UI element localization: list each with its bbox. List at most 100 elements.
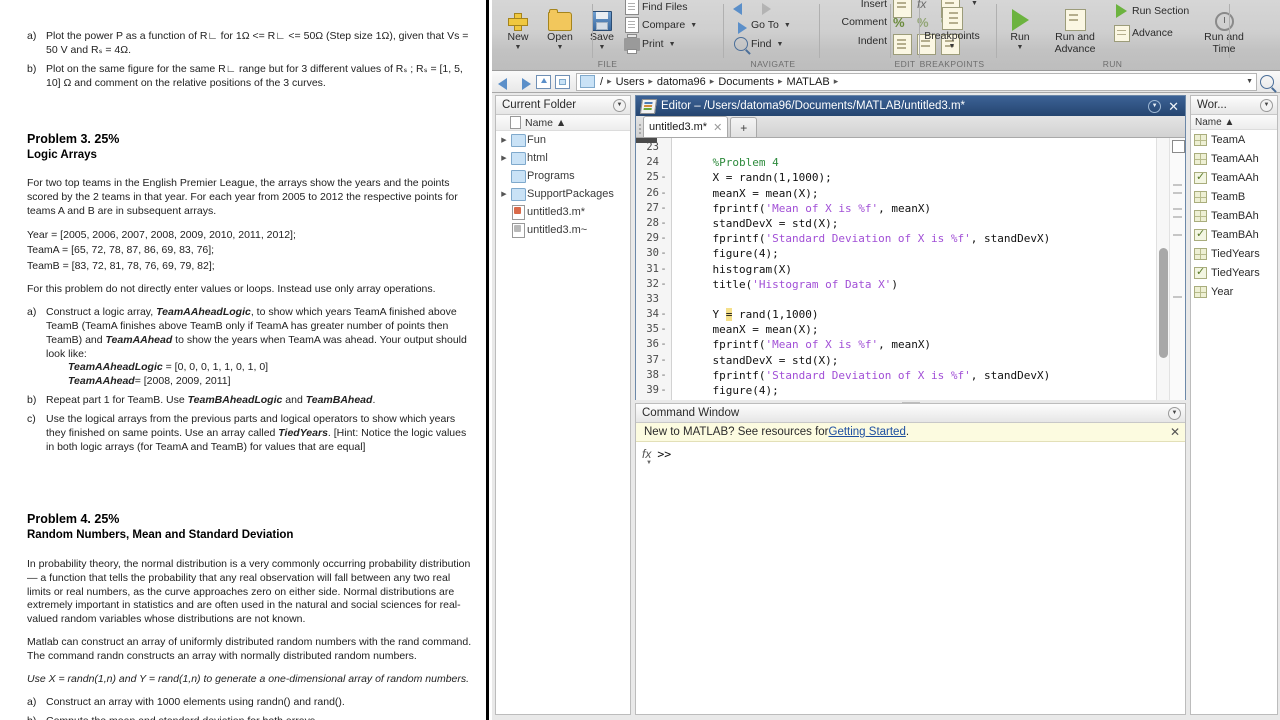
breadcrumb-item-datoma96[interactable]: datoma96 bbox=[655, 76, 708, 88]
line-number[interactable]: 28- bbox=[636, 216, 671, 231]
insert-label[interactable]: Insert bbox=[825, 0, 887, 10]
navigate-back-button[interactable] bbox=[732, 0, 749, 15]
navigate-forward-button[interactable] bbox=[756, 0, 773, 15]
fx-icon[interactable]: fx ▼ bbox=[642, 447, 652, 466]
breadcrumb-item-documents[interactable]: Documents bbox=[716, 76, 776, 88]
code-line[interactable]: fprintf('Mean of X is %f', meanX) bbox=[672, 201, 1185, 216]
expand-arrow-icon[interactable]: ▶ bbox=[498, 154, 510, 162]
up-folder-button[interactable] bbox=[534, 73, 553, 91]
breadcrumb[interactable]: / ▸ Users ▸ datoma96 ▸ Documents ▸ MATLA… bbox=[576, 72, 1257, 91]
close-icon[interactable]: ✕ bbox=[1170, 425, 1180, 439]
code-line[interactable]: X = randn(1,1000); bbox=[672, 170, 1185, 185]
breadcrumb-dropdown[interactable]: ▼ bbox=[1246, 78, 1253, 85]
getting-started-link[interactable]: Getting Started bbox=[829, 426, 906, 438]
breadcrumb-item-users[interactable]: Users bbox=[614, 76, 647, 88]
comment-label[interactable]: Comment bbox=[825, 16, 887, 28]
list-item[interactable]: untitled3.m* bbox=[496, 203, 630, 221]
list-item[interactable]: untitled3.m~ bbox=[496, 221, 630, 239]
workspace-variable-row[interactable]: TeamB bbox=[1191, 187, 1277, 206]
back-button[interactable] bbox=[496, 73, 515, 91]
browse-folder-button[interactable] bbox=[553, 73, 572, 91]
find-button[interactable]: Find ▼ bbox=[732, 35, 783, 53]
panel-options-icon[interactable]: ▼ bbox=[613, 98, 626, 112]
code-line[interactable]: meanX = mean(X); bbox=[672, 322, 1185, 337]
breadcrumb-root[interactable]: / bbox=[598, 76, 605, 88]
line-number[interactable]: 33 bbox=[636, 292, 671, 307]
line-number[interactable]: 37- bbox=[636, 353, 671, 368]
workspace-variable-row[interactable]: ✓ TeamBAh bbox=[1191, 225, 1277, 244]
breadcrumb-item-matlab[interactable]: MATLAB bbox=[785, 76, 832, 88]
code-line[interactable]: figure(4); bbox=[672, 383, 1185, 398]
code-line[interactable]: fprintf('Mean of X is %f', meanX) bbox=[672, 337, 1185, 352]
line-number[interactable]: 38- bbox=[636, 368, 671, 383]
workspace-variable-row[interactable]: ✓ TiedYears bbox=[1191, 263, 1277, 282]
save-button[interactable]: Save ▼ bbox=[581, 3, 623, 51]
code-line[interactable]: figure(4); bbox=[672, 246, 1185, 261]
search-path-icon[interactable] bbox=[1257, 73, 1276, 91]
line-number[interactable]: 36- bbox=[636, 337, 671, 352]
code-line[interactable] bbox=[672, 140, 1185, 155]
line-number[interactable]: 34- bbox=[636, 307, 671, 322]
code-line[interactable]: meanX = mean(X); bbox=[672, 186, 1185, 201]
code-line[interactable]: Y = rand(1,1000) bbox=[672, 307, 1185, 322]
editor-scrollbar[interactable] bbox=[1156, 138, 1170, 400]
editor-options-icon[interactable]: ▼ bbox=[1148, 99, 1162, 113]
line-number[interactable]: 30- bbox=[636, 246, 671, 261]
workspace-variable-row[interactable]: TeamA bbox=[1191, 130, 1277, 149]
line-number[interactable]: 31- bbox=[636, 262, 671, 277]
code-area[interactable]: %Problem 4 X = randn(1,1000); meanX = me… bbox=[672, 138, 1185, 400]
list-item[interactable]: ▶ html bbox=[496, 149, 630, 167]
new-button[interactable]: New ▼ bbox=[497, 3, 539, 51]
run-and-advance-button[interactable]: Run and Advance bbox=[1042, 3, 1108, 55]
run-and-time-button[interactable]: Run and Time bbox=[1198, 3, 1250, 55]
list-item[interactable]: ▶ SupportPackages bbox=[496, 185, 630, 203]
close-icon[interactable]: ✕ bbox=[713, 121, 722, 134]
list-item[interactable]: Programs bbox=[496, 167, 630, 185]
open-button[interactable]: Open ▼ bbox=[539, 3, 581, 51]
code-line[interactable]: fprintf('Standard Deviation of X is %f',… bbox=[672, 368, 1185, 383]
workspace-column-header[interactable]: Name ▲ bbox=[1191, 115, 1277, 130]
find-files-button[interactable]: Find Files bbox=[623, 0, 688, 16]
indent-label[interactable]: Indent bbox=[825, 35, 887, 47]
line-number[interactable]: 35- bbox=[636, 322, 671, 337]
insert-snippet-icon[interactable] bbox=[893, 0, 912, 18]
go-to-button[interactable]: Go To ▼ bbox=[732, 16, 791, 34]
breakpoints-button[interactable]: Breakpoints ▼ bbox=[924, 2, 980, 50]
list-item[interactable]: ▶ Fun bbox=[496, 131, 630, 149]
run-section-button[interactable]: Run Section bbox=[1113, 2, 1189, 20]
current-folder-column-header[interactable]: Name ▲ bbox=[496, 115, 630, 131]
line-number[interactable]: 27- bbox=[636, 201, 671, 216]
scrollbar-thumb[interactable] bbox=[1159, 248, 1168, 358]
tab-grip-icon[interactable] bbox=[636, 120, 643, 137]
code-line[interactable] bbox=[672, 292, 1185, 307]
command-window-body[interactable]: fx ▼ >> bbox=[636, 442, 1185, 713]
workspace-variable-row[interactable]: TeamAAh bbox=[1191, 149, 1277, 168]
comment-percent-icon[interactable]: % bbox=[893, 15, 909, 30]
code-line[interactable]: title('Histogram of Data X') bbox=[672, 277, 1185, 292]
code-line[interactable]: standDevX = std(X); bbox=[672, 216, 1185, 231]
line-number[interactable]: 26- bbox=[636, 186, 671, 201]
line-number[interactable]: 32- bbox=[636, 277, 671, 292]
code-analyzer-ribbon[interactable] bbox=[1169, 138, 1185, 400]
line-number[interactable]: 29- bbox=[636, 231, 671, 246]
tab-untitled3[interactable]: untitled3.m* ✕ bbox=[643, 116, 729, 137]
workspace-variable-row[interactable]: TeamBAh bbox=[1191, 206, 1277, 225]
expand-arrow-icon[interactable]: ▶ bbox=[498, 190, 510, 198]
run-button[interactable]: Run ▼ bbox=[1000, 3, 1040, 51]
close-icon[interactable]: ✕ bbox=[1168, 100, 1179, 113]
line-number[interactable]: 24 bbox=[636, 155, 671, 170]
smart-indent-icon[interactable] bbox=[893, 34, 912, 55]
line-number[interactable]: 39- bbox=[636, 383, 671, 398]
line-number[interactable]: 25- bbox=[636, 170, 671, 185]
panel-options-icon[interactable]: ▼ bbox=[1260, 98, 1273, 112]
workspace-variable-row[interactable]: TiedYears bbox=[1191, 244, 1277, 263]
compare-button[interactable]: Compare ▼ bbox=[623, 16, 697, 34]
advance-button[interactable]: Advance bbox=[1113, 24, 1173, 42]
print-button[interactable]: Print ▼ bbox=[623, 33, 676, 54]
code-line[interactable]: %Problem 4 bbox=[672, 155, 1185, 170]
editor-body[interactable]: 23 24 25-26-27-28-29-30-31-32-33 34-35-36-3… bbox=[636, 138, 1185, 400]
expand-arrow-icon[interactable]: ▶ bbox=[498, 136, 510, 144]
panel-options-icon[interactable]: ▼ bbox=[1168, 406, 1181, 420]
forward-button[interactable] bbox=[515, 73, 534, 91]
workspace-variable-row[interactable]: Year bbox=[1191, 282, 1277, 301]
